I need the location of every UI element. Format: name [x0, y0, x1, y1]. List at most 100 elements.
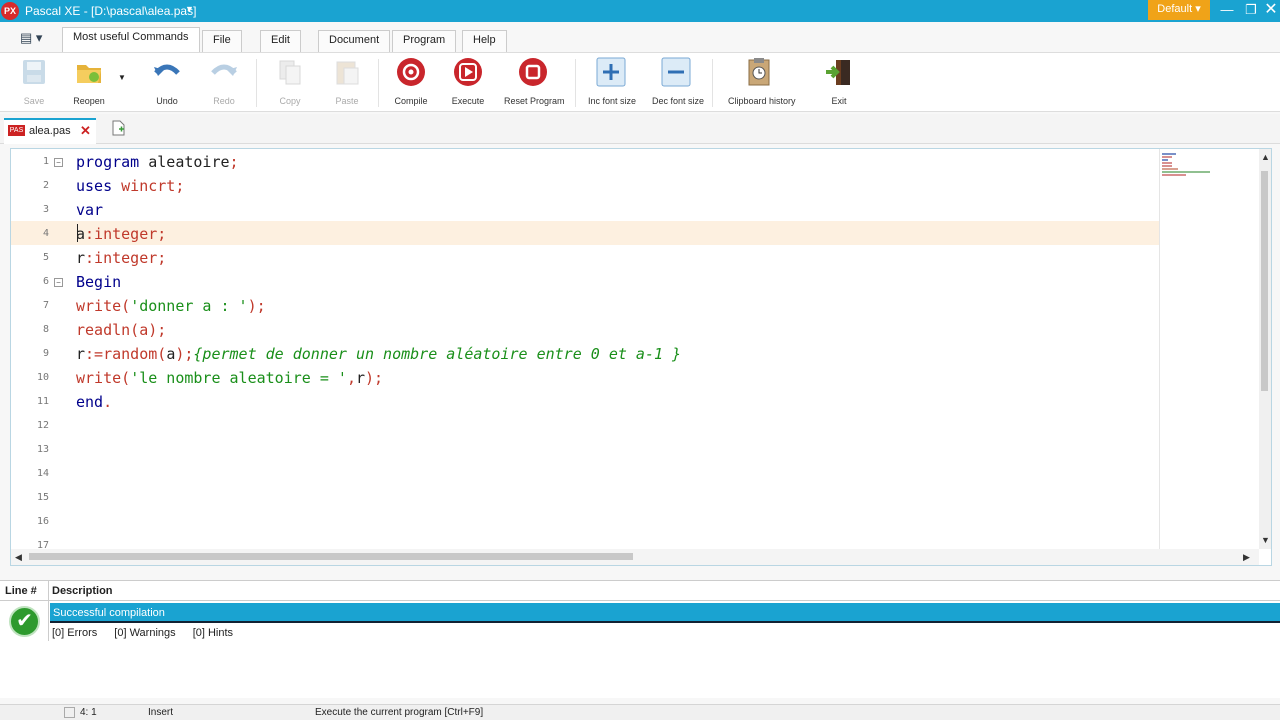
- code-line[interactable]: var: [76, 198, 103, 222]
- paste-button[interactable]: Paste: [331, 57, 363, 106]
- code-token: write(: [76, 369, 131, 387]
- horizontal-scroll-thumb[interactable]: [29, 553, 633, 560]
- line-number: 10: [36, 372, 49, 383]
- code-line[interactable]: Begin: [76, 270, 121, 294]
- close-tab-icon[interactable]: ✕: [80, 123, 91, 139]
- line-column-header[interactable]: Line #: [5, 585, 37, 597]
- warnings-count: [0] Warnings: [114, 627, 176, 639]
- document-tab-alea[interactable]: PAS alea.pas ✕: [4, 118, 96, 144]
- code-line[interactable]: write('donner a : ');: [76, 294, 266, 318]
- line-number: 1: [42, 156, 49, 167]
- ribbon-tab-row: ▤ ▾ Most useful Commands File Edit Docum…: [0, 22, 1280, 52]
- line-number: 12: [36, 420, 49, 431]
- app-logo-icon: PX: [1, 2, 19, 20]
- line-number: 4: [42, 228, 49, 239]
- fold-toggle-icon[interactable]: −: [54, 278, 63, 287]
- line-number: 3: [42, 204, 49, 215]
- line-number: 8: [42, 324, 49, 335]
- code-minimap[interactable]: [1159, 149, 1259, 549]
- theme-dropdown-button[interactable]: Default ▾: [1148, 0, 1210, 20]
- line-number: 9: [42, 348, 49, 359]
- code-line[interactable]: a:integer;: [76, 222, 166, 246]
- ribbon-separator: [712, 59, 713, 107]
- execute-button[interactable]: Execute: [450, 57, 486, 106]
- tab-edit[interactable]: Edit: [260, 30, 301, 52]
- maximize-button[interactable]: ❐: [1240, 0, 1262, 22]
- scroll-right-icon[interactable]: ▶: [1243, 552, 1250, 563]
- undo-icon: [154, 64, 180, 76]
- line-number: 2: [42, 180, 49, 191]
- checkmark-icon: ✔: [9, 606, 40, 637]
- stop-icon: [519, 58, 547, 86]
- copy-icon: [279, 60, 301, 85]
- code-line[interactable]: program aleatoire;: [76, 150, 239, 174]
- code-token: wincrt;: [112, 177, 185, 195]
- errors-count: [0] Errors: [52, 627, 98, 639]
- compile-button[interactable]: Compile: [393, 57, 429, 106]
- code-editor[interactable]: 1 2 3 4 5 6 7 8 9 10 11 12 13 14 15 16 17− − program alea…: [10, 148, 1272, 566]
- insert-mode-indicator[interactable]: Insert: [148, 707, 173, 718]
- tab-help[interactable]: Help: [462, 30, 507, 52]
- dec-font-size-button[interactable]: Dec font size: [652, 57, 704, 106]
- cursor-position: 4: 1: [80, 707, 97, 718]
- code-line[interactable]: write('le nombre aleatoire = ',r);: [76, 366, 383, 390]
- inc-font-size-button[interactable]: Inc font size: [588, 57, 636, 106]
- folder-icon: [77, 65, 101, 83]
- scroll-up-icon[interactable]: ▲: [1261, 152, 1270, 162]
- vertical-scrollbar[interactable]: ▲: [1259, 149, 1271, 549]
- compilation-status-row[interactable]: Successful compilation: [50, 603, 1280, 623]
- code-line[interactable]: uses wincrt;: [76, 174, 184, 198]
- tab-most-useful-commands[interactable]: Most useful Commands: [62, 27, 200, 52]
- line-number: 16: [36, 516, 49, 527]
- vertical-scroll-thumb[interactable]: [1261, 171, 1268, 391]
- line-number: 15: [36, 492, 49, 503]
- copy-button[interactable]: Copy: [274, 57, 306, 106]
- window-title: Pascal XE - [D:\pascal\alea.pas]: [25, 4, 197, 18]
- reopen-dropdown-icon[interactable]: ▼: [118, 73, 126, 82]
- description-column-header[interactable]: Description: [52, 585, 113, 597]
- scroll-down-icon[interactable]: ▼: [1261, 535, 1270, 545]
- document-tab-label: alea.pas: [29, 125, 71, 137]
- status-bar: 4: 1 Insert Execute the current program …: [0, 704, 1280, 720]
- tab-program[interactable]: Program: [392, 30, 457, 52]
- clipboard-history-button[interactable]: Clipboard history: [728, 57, 796, 106]
- code-line[interactable]: readln(a);: [76, 318, 166, 342]
- code-token: );: [247, 297, 266, 315]
- exit-button[interactable]: Exit: [824, 57, 854, 106]
- undo-button[interactable]: Undo: [150, 57, 184, 106]
- compile-icon: [397, 58, 425, 86]
- minus-icon: [661, 57, 691, 87]
- new-document-icon[interactable]: [110, 120, 126, 136]
- redo-button[interactable]: Redo: [208, 57, 240, 106]
- line-number: 14: [36, 468, 49, 479]
- app-menu-icon[interactable]: ▤ ▾: [20, 30, 42, 46]
- save-button[interactable]: Save: [19, 57, 49, 106]
- code-line[interactable]: r:=random(a);{permet de donner un nombre…: [76, 342, 681, 366]
- tab-document[interactable]: Document: [318, 30, 391, 52]
- column-divider: [48, 581, 49, 641]
- code-token: readln(a);: [76, 321, 167, 339]
- theme-label: Default: [1157, 3, 1193, 15]
- reset-program-button[interactable]: Reset Program: [504, 57, 565, 106]
- code-token: {permet de donner un nombre aléatoire en…: [193, 345, 682, 363]
- minimap-preview: [1162, 153, 1210, 176]
- code-line[interactable]: r:integer;: [76, 246, 166, 270]
- ribbon-separator: [378, 59, 379, 107]
- tab-file[interactable]: File: [202, 30, 242, 52]
- code-line[interactable]: end.: [76, 390, 112, 414]
- reopen-button[interactable]: Reopen: [70, 57, 108, 106]
- ribbon-separator: [575, 59, 576, 107]
- title-dropdown-icon[interactable]: ▼: [185, 4, 194, 14]
- code-token: program: [76, 153, 140, 171]
- scroll-left-icon[interactable]: ◀: [15, 552, 22, 563]
- code-token: 'le nombre aleatoire = ': [130, 369, 347, 387]
- code-token: ,: [346, 369, 356, 387]
- line-number: 13: [36, 444, 49, 455]
- horizontal-scrollbar[interactable]: ◀ ▶: [11, 549, 1259, 565]
- code-token: .: [103, 393, 113, 411]
- minimize-button[interactable]: —: [1216, 0, 1238, 22]
- code-token: :=random(: [85, 345, 167, 363]
- fold-toggle-icon[interactable]: −: [54, 158, 63, 167]
- line-number-gutter: 1 2 3 4 5 6 7 8 9 10 11 12 13 14 15 16 17− −: [11, 149, 73, 551]
- close-window-button[interactable]: ✕: [1260, 0, 1280, 22]
